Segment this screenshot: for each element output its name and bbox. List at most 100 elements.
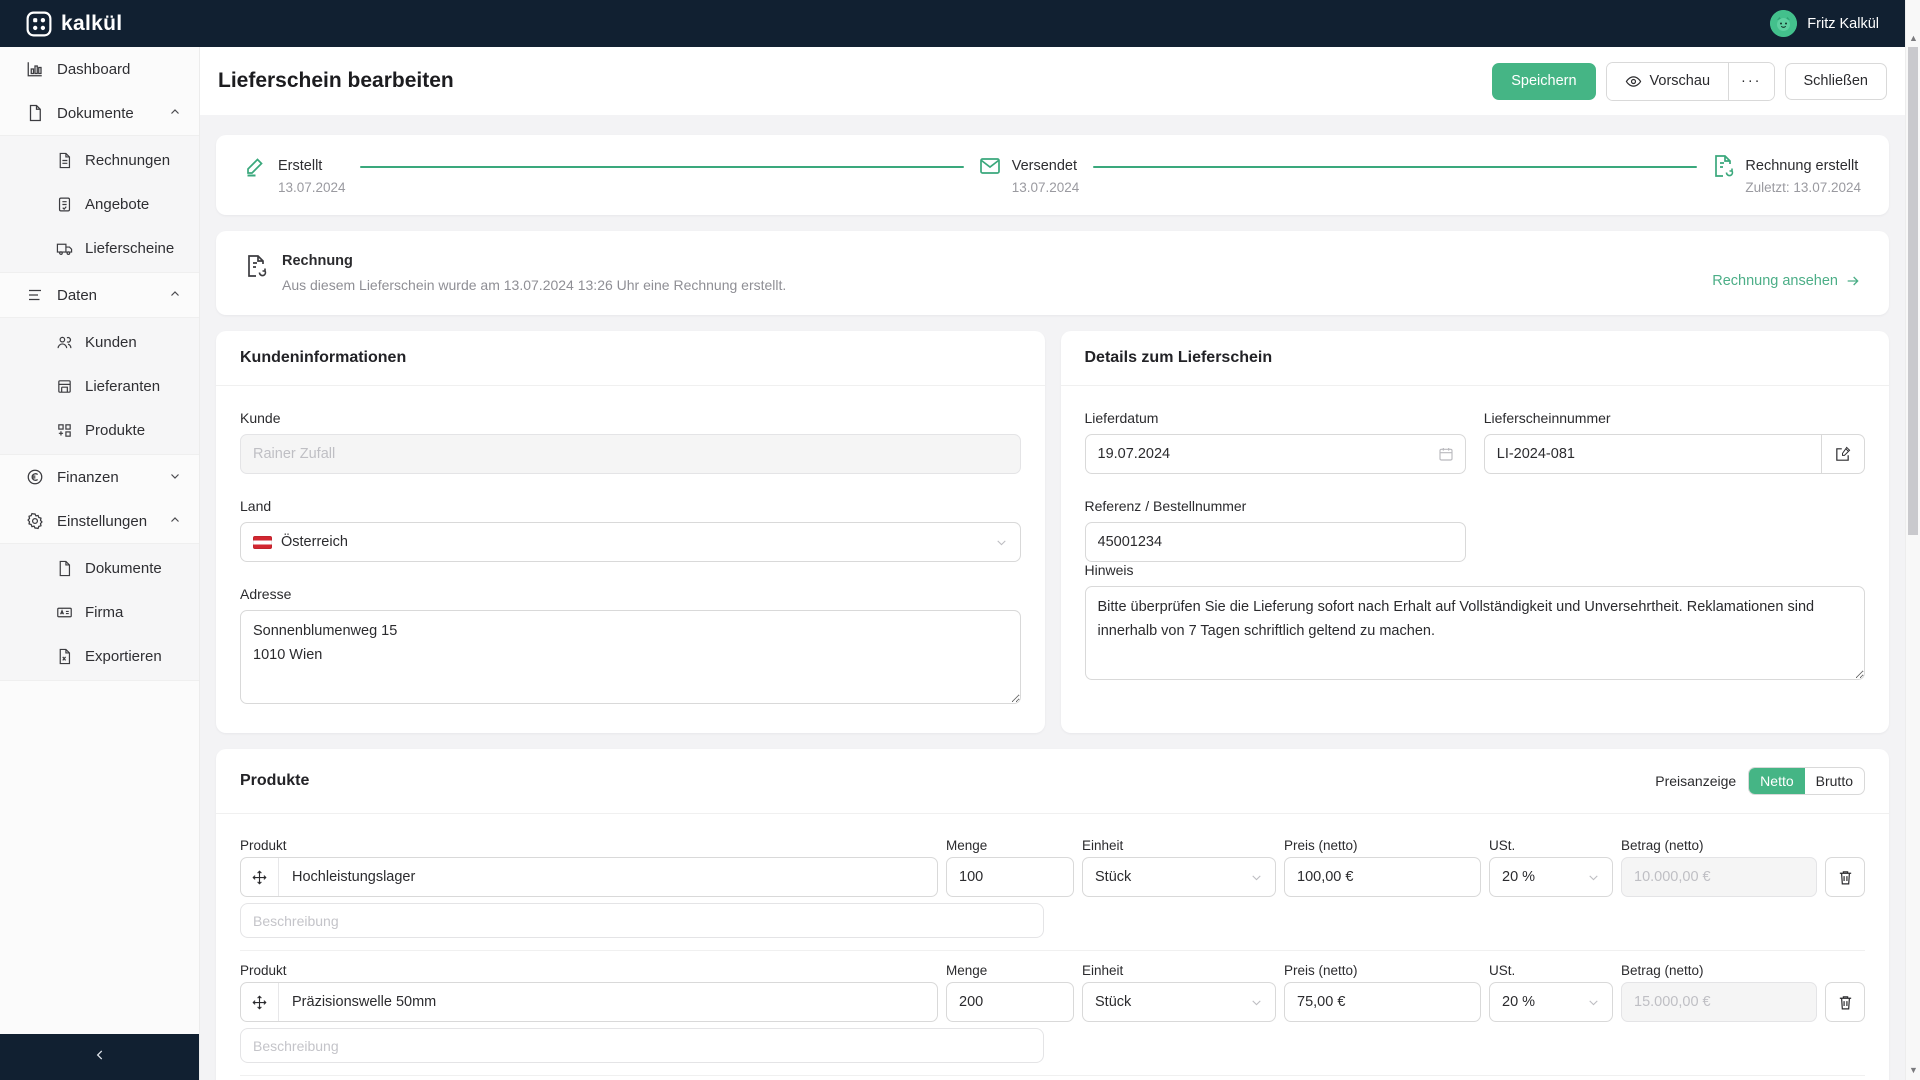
offer-icon — [56, 196, 73, 213]
sidebar-item-label: Lieferscheine — [85, 239, 175, 257]
ust-select[interactable]: 20 % — [1489, 857, 1613, 897]
sidebar-item-label: Finanzen — [57, 468, 119, 486]
main-area: Lieferschein bearbeiten Speichern Vorsch… — [200, 47, 1905, 1080]
page-actions: Speichern Vorschau ··· Schließen — [1492, 61, 1887, 101]
price-display-label: Preisanzeige — [1655, 773, 1737, 789]
preis-field[interactable] — [1284, 857, 1481, 897]
arrow-right-icon — [1845, 273, 1861, 289]
sidebar-item-firma[interactable]: Firma — [0, 590, 199, 634]
kalkuel-logo-icon — [26, 11, 52, 37]
invoice-refresh-icon — [1711, 154, 1735, 195]
view-invoice-link[interactable]: Rechnung ansehen — [1712, 273, 1861, 289]
timeline-step-label: Rechnung erstellt — [1745, 158, 1859, 174]
beschreibung-field[interactable] — [240, 903, 1045, 938]
sidebar-item-dokumente[interactable]: Dokumente — [0, 91, 199, 135]
referenz-field[interactable] — [1084, 522, 1466, 562]
ust-select[interactable]: 20 % — [1489, 982, 1613, 1022]
einheit-value: Stück — [1095, 994, 1132, 1010]
scroll-up-arrow[interactable]: ▲ — [1906, 32, 1920, 44]
sidebar-collapse-button[interactable] — [0, 1034, 199, 1080]
sidebar-item-produkte[interactable]: Produkte — [0, 408, 199, 452]
page-title: Lieferschein bearbeiten — [218, 69, 454, 92]
timeline-connector — [359, 166, 964, 168]
netto-brutto-toggle: Netto Brutto — [1748, 767, 1865, 795]
sidebar-item-dokumente-settings[interactable]: Dokumente — [0, 546, 199, 590]
chevron-up-icon — [169, 513, 181, 530]
lieferdatum-field[interactable] — [1084, 434, 1466, 474]
scrollbar-thumb[interactable] — [1908, 47, 1918, 535]
referenz-label: Referenz / Bestellnummer — [1084, 498, 1247, 514]
col-label-einheit: Einheit — [1082, 963, 1124, 978]
trash-icon — [1837, 869, 1854, 886]
col-label-menge: Menge — [946, 963, 988, 978]
truck-icon — [56, 240, 73, 257]
produkt-field[interactable]: Präzisionswelle 50mm — [240, 982, 938, 1022]
sidebar-item-finanzen[interactable]: Finanzen — [0, 455, 199, 499]
sidebar-item-label: Produkte — [85, 421, 146, 439]
timeline-step-label: Erstellt — [278, 158, 323, 174]
scroll-down-arrow[interactable]: ▼ — [1906, 1064, 1920, 1076]
sidebar-item-lieferanten[interactable]: Lieferanten — [0, 364, 199, 408]
produkt-field[interactable]: Hochleistungslager — [240, 857, 938, 897]
sidebar-item-kunden[interactable]: Kunden — [0, 320, 199, 364]
sidebar-item-daten[interactable]: Daten — [0, 273, 199, 317]
col-label-ust: USt. — [1489, 838, 1516, 853]
menge-field[interactable] — [946, 982, 1074, 1022]
edit-number-button[interactable] — [1821, 434, 1865, 474]
beschreibung-field[interactable] — [240, 1028, 1045, 1063]
drag-handle-icon[interactable] — [241, 983, 279, 1021]
product-row: Produkt Menge Einheit Preis (netto) USt.… — [240, 963, 1865, 1076]
preview-button-group: Vorschau ··· — [1605, 61, 1775, 101]
window-scrollbar[interactable]: ▲ ▼ — [1905, 0, 1920, 1080]
sidebar-item-label: Kunden — [85, 333, 137, 351]
grid-plus-icon — [56, 422, 73, 439]
preis-field[interactable] — [1284, 982, 1481, 1022]
lieferscheinnummer-field[interactable] — [1483, 434, 1822, 474]
chevron-down-icon — [169, 469, 181, 486]
user-name: Fritz Kalkül — [1807, 15, 1879, 32]
user-menu[interactable]: Fritz Kalkül — [1770, 10, 1879, 37]
sidebar-item-label: Dokumente — [85, 559, 162, 577]
chevron-down-icon — [1587, 871, 1600, 884]
banner-title: Rechnung — [282, 253, 353, 269]
pencil-icon — [244, 154, 268, 195]
austria-flag-icon — [253, 535, 272, 549]
sidebar-item-exportieren[interactable]: Exportieren — [0, 634, 199, 678]
einheit-select[interactable]: Stück — [1082, 857, 1276, 897]
einheit-value: Stück — [1095, 869, 1132, 885]
brand[interactable]: kalkül — [26, 11, 122, 37]
status-timeline: Erstellt 13.07.2024 Versendet 13.07.2024 — [216, 135, 1889, 215]
chevron-down-icon — [1250, 871, 1263, 884]
adresse-label: Adresse — [240, 586, 292, 602]
timeline-step-label: Versendet — [1011, 158, 1078, 174]
sidebar-item-label: Rechnungen — [85, 151, 171, 169]
toggle-netto[interactable]: Netto — [1749, 768, 1805, 794]
timeline-step-versendet: Versendet 13.07.2024 — [978, 156, 1079, 195]
toggle-brutto[interactable]: Brutto — [1805, 768, 1864, 794]
sidebar-item-dashboard[interactable]: Dashboard — [0, 47, 199, 91]
menge-field[interactable] — [946, 857, 1074, 897]
calendar-icon[interactable] — [1438, 446, 1454, 462]
ust-value: 20 % — [1502, 869, 1536, 885]
lieferscheinnummer-label: Lieferscheinnummer — [1483, 410, 1611, 426]
sidebar-item-einstellungen[interactable]: Einstellungen — [0, 499, 199, 543]
delete-row-button[interactable] — [1825, 982, 1865, 1022]
sidebar-item-rechnungen[interactable]: Rechnungen — [0, 138, 199, 182]
drag-handle-icon[interactable] — [241, 858, 279, 896]
product-row: Produkt Menge Einheit Preis (netto) USt.… — [240, 838, 1865, 951]
sidebar-item-angebote[interactable]: Angebote — [0, 182, 199, 226]
preview-button[interactable]: Vorschau — [1606, 62, 1729, 100]
adresse-field[interactable]: Sonnenblumenweg 15 1010 Wien — [240, 610, 1021, 704]
hinweis-field[interactable]: Bitte überprüfen Sie die Lieferung sofor… — [1084, 586, 1865, 680]
close-button[interactable]: Schließen — [1784, 62, 1887, 100]
more-options-button[interactable]: ··· — [1728, 62, 1774, 100]
land-select[interactable]: Österreich — [240, 522, 1021, 562]
chevron-left-icon — [93, 1048, 107, 1067]
save-button[interactable]: Speichern — [1492, 62, 1596, 100]
delete-row-button[interactable] — [1825, 857, 1865, 897]
sidebar-item-lieferscheine[interactable]: Lieferscheine — [0, 226, 199, 270]
sidebar-group-dokumente: Rechnungen Angebote Lieferscheine — [0, 135, 199, 273]
products-card: Produkte Preisanzeige Netto Brutto Produ… — [216, 749, 1889, 1080]
einheit-select[interactable]: Stück — [1082, 982, 1276, 1022]
timeline-step-date: Zuletzt: 13.07.2024 — [1745, 180, 1861, 195]
